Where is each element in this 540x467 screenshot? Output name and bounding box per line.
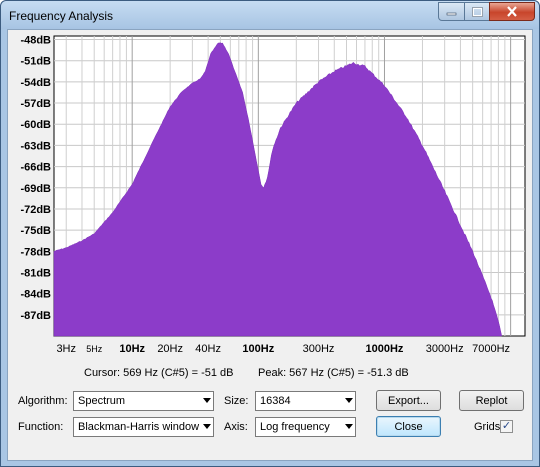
- chevron-down-icon: [345, 398, 353, 403]
- y-tick-label: -66dB: [20, 162, 51, 174]
- algorithm-value: Spectrum: [78, 395, 126, 407]
- maximize-icon: [471, 6, 483, 17]
- x-tick-label: 100Hz: [242, 343, 274, 355]
- y-tick-label: -81dB: [20, 267, 51, 279]
- window-title: Frequency Analysis: [9, 9, 114, 23]
- axis-select[interactable]: Log frequency: [255, 417, 356, 437]
- x-tick-label: 1000Hz: [366, 343, 404, 355]
- y-tick-label: -75dB: [20, 225, 51, 237]
- y-tick-label: -57dB: [20, 98, 51, 110]
- minimize-button[interactable]: [438, 2, 465, 21]
- y-tick-label: -78dB: [20, 246, 51, 258]
- peak-readout: Peak: 567 Hz (C#5) = -51.3 dB: [258, 367, 409, 379]
- y-tick-label: -84dB: [20, 289, 51, 301]
- x-tick-label: 20Hz: [157, 343, 183, 355]
- dialog-client-area: -48dB -51dB -54dB -57dB -60dB -63dB -66dB -69dB…: [7, 29, 533, 461]
- y-tick-label: -48dB: [20, 35, 51, 47]
- close-icon: [507, 6, 517, 17]
- size-label: Size:: [224, 395, 249, 407]
- close-window-button[interactable]: [489, 2, 535, 21]
- y-tick-label: -72dB: [20, 204, 51, 216]
- y-axis-labels: -48dB -51dB -54dB -57dB -60dB -63dB -66dB -69dB…: [20, 35, 51, 322]
- x-tick-label: 10Hz: [119, 343, 145, 355]
- close-button[interactable]: Close: [376, 416, 441, 437]
- chevron-down-icon: [203, 398, 211, 403]
- y-tick-label: -54dB: [20, 77, 51, 89]
- x-tick-label: 7000Hz: [472, 343, 510, 355]
- maximize-button[interactable]: [464, 2, 490, 21]
- x-tick-label: 3000Hz: [426, 343, 464, 355]
- y-tick-label: -51dB: [20, 56, 51, 68]
- checkmark-icon: ✓: [501, 420, 512, 432]
- function-label: Function:: [18, 421, 64, 433]
- y-tick-label: -63dB: [20, 140, 51, 152]
- spectrum-chart[interactable]: -48dB -51dB -54dB -57dB -60dB -63dB -66dB -69dB…: [8, 30, 532, 360]
- minimize-icon: [446, 12, 457, 15]
- y-tick-label: -60dB: [20, 119, 51, 131]
- y-tick-label: -69dB: [20, 183, 51, 195]
- x-axis-labels: 3Hz 5Hz 10Hz 20Hz 40Hz 100Hz 300Hz 1000Hz 3000Hz…: [56, 343, 510, 355]
- frequency-analysis-window: Frequency Analysis -48dB -51dB -54dB -57dB -…: [0, 0, 540, 467]
- cursor-readout: Cursor: 569 Hz (C#5) = -51 dB: [84, 367, 234, 379]
- export-button[interactable]: Export...: [376, 390, 441, 411]
- x-tick-label: 300Hz: [303, 343, 335, 355]
- size-select[interactable]: 16384: [255, 391, 356, 411]
- function-value: Blackman-Harris window: [78, 421, 200, 433]
- grids-checkbox[interactable]: ✓: [500, 420, 513, 433]
- algorithm-label: Algorithm:: [18, 395, 68, 407]
- replot-button[interactable]: Replot: [459, 390, 524, 411]
- axis-label: Axis:: [224, 421, 248, 433]
- function-select[interactable]: Blackman-Harris window: [73, 417, 214, 437]
- x-tick-label: 40Hz: [195, 343, 221, 355]
- chevron-down-icon: [345, 424, 353, 429]
- x-tick-label: 3Hz: [56, 343, 76, 355]
- title-bar[interactable]: Frequency Analysis: [1, 1, 539, 29]
- size-value: 16384: [260, 395, 291, 407]
- axis-value: Log frequency: [260, 421, 330, 433]
- grids-label: Grids: [474, 421, 501, 433]
- y-tick-label: -87dB: [20, 310, 51, 322]
- algorithm-select[interactable]: Spectrum: [73, 391, 214, 411]
- chevron-down-icon: [203, 424, 211, 429]
- x-tick-label: 5Hz: [86, 344, 103, 354]
